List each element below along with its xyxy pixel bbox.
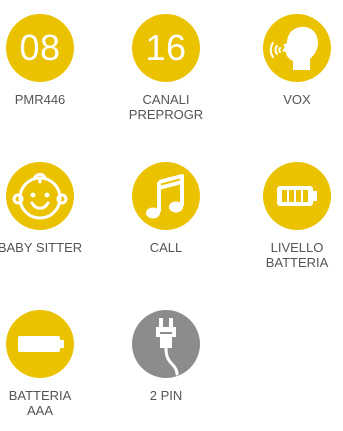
vox-badge	[263, 14, 331, 82]
feature-label: VOX	[283, 92, 311, 107]
feature-baby-sitter: BABY SITTER	[0, 162, 95, 255]
feature-label: PMR446	[14, 92, 66, 107]
feature-pmr446: 08 PMR446	[0, 14, 95, 107]
canali-badge: 16	[132, 14, 200, 82]
baby-sitter-badge	[6, 162, 74, 230]
canali-number: 16	[145, 27, 187, 68]
feature-label: 2 PIN	[149, 388, 183, 403]
two-pin-plug-icon	[156, 318, 179, 376]
feature-label: BATTERIA AAA	[8, 388, 72, 418]
feature-label: CANALI PREPROGR	[128, 92, 204, 122]
feature-2-pin: 2 PIN	[111, 310, 221, 403]
feature-canali: 16 CANALI PREPROGR	[111, 14, 221, 122]
feature-label: CALL	[149, 240, 183, 255]
battery-level-icon	[277, 186, 317, 206]
baby-face-icon	[12, 172, 68, 220]
feature-livello-batteria: LIVELLO BATTERIA	[242, 162, 343, 270]
livello-batteria-badge	[263, 162, 331, 230]
feature-label: BABY SITTER	[0, 240, 83, 255]
pmr446-badge: 08	[6, 14, 74, 82]
music-note-icon	[146, 174, 184, 219]
feature-vox: VOX	[242, 14, 343, 107]
call-badge	[132, 162, 200, 230]
batteria-aaa-badge	[6, 310, 74, 378]
feature-batteria-aaa: BATTERIA AAA	[0, 310, 95, 418]
voice-head-icon	[269, 26, 318, 70]
feature-label: LIVELLO BATTERIA	[265, 240, 329, 270]
pmr446-number: 08	[19, 27, 61, 68]
2-pin-badge	[132, 310, 200, 378]
feature-call: CALL	[111, 162, 221, 255]
battery-aaa-icon	[18, 336, 64, 352]
